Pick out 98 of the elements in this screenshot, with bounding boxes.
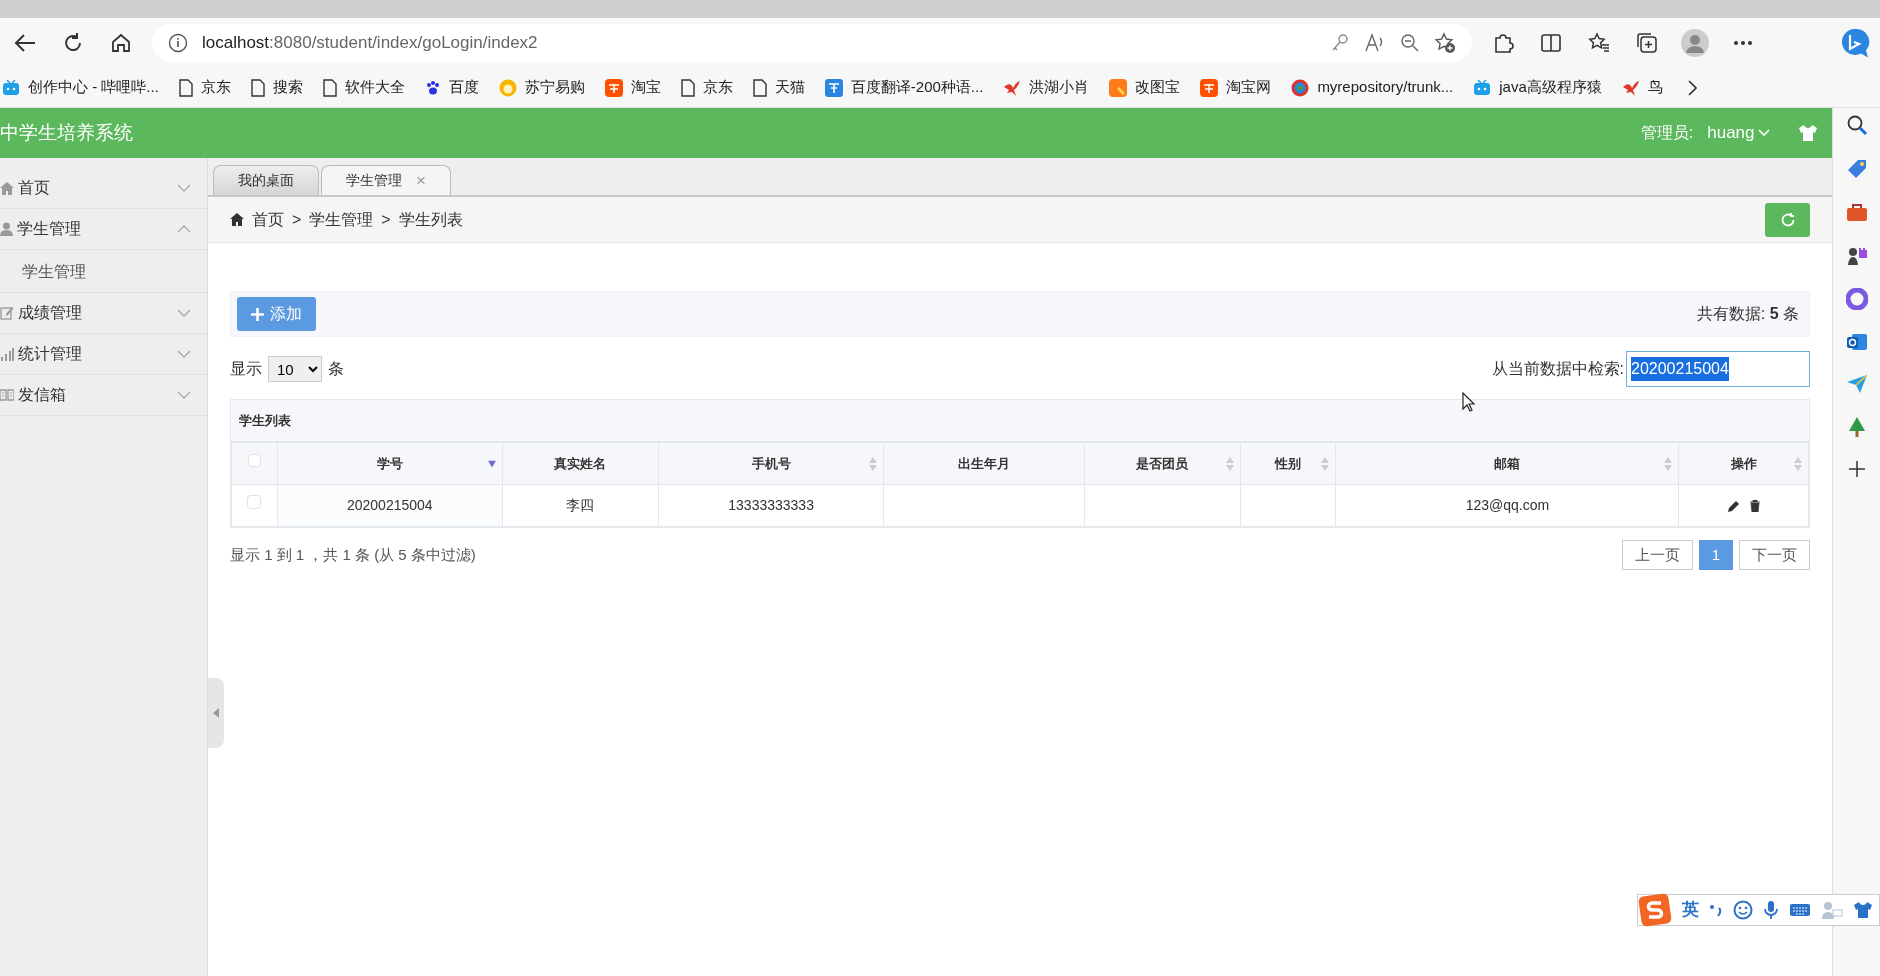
bookmark-link[interactable]: 京东 [178, 76, 231, 99]
table-cell: 李四 [502, 484, 659, 527]
table-cell: 123@qq.com [1335, 484, 1679, 527]
sidebar-menu-item[interactable]: 统计管理 [0, 334, 207, 375]
plus-icon[interactable] [1847, 460, 1866, 478]
pencil-icon[interactable] [1727, 500, 1740, 513]
breadcrumb-separator: > [381, 209, 391, 230]
zoom-out-icon[interactable] [1400, 33, 1420, 53]
admin-label: 管理员: [1640, 123, 1694, 143]
bookmark-link[interactable]: 天猫 [752, 76, 805, 99]
user-icon [0, 222, 13, 236]
add-favorite-icon[interactable] [1434, 32, 1456, 54]
address-bar[interactable]: localhost:8080/student/index/goLogin/index2 [152, 24, 1472, 62]
image-icon [1109, 78, 1128, 97]
page-icon [250, 78, 265, 97]
paw-icon [424, 79, 441, 96]
bookmark-link[interactable]: 百度 [424, 76, 479, 99]
tshirt-icon[interactable] [1853, 901, 1873, 919]
row-checkbox[interactable] [247, 495, 262, 509]
total-count-text: 共有数据: 5 条 [1696, 304, 1799, 324]
collapse-handle[interactable] [208, 678, 224, 748]
table-cell: 13333333333 [658, 484, 884, 527]
column-header[interactable]: 邮箱 [1335, 442, 1679, 485]
toolbox-icon[interactable] [1845, 202, 1868, 222]
bookmark-link[interactable]: 苏宁易购 [498, 76, 585, 99]
book-icon [0, 389, 14, 401]
tv-icon [1473, 79, 1492, 96]
mouse-cursor-icon [1462, 392, 1476, 412]
punctuation-icon[interactable] [1709, 902, 1723, 918]
home-icon [0, 181, 14, 195]
send-icon[interactable] [1845, 374, 1868, 394]
bookmark-link[interactable]: 淘宝 [604, 76, 661, 99]
chevron-right-icon[interactable] [1686, 79, 1697, 96]
bookmark-link[interactable]: 改图宝 [1109, 76, 1181, 99]
sidebar-menu-item[interactable]: 首页 [0, 168, 207, 209]
sidebar-menu-item[interactable]: 成绩管理 [0, 293, 207, 334]
input-method-logo-icon[interactable] [1638, 893, 1672, 927]
keyboard-icon[interactable] [1789, 902, 1811, 918]
column-header[interactable]: 真实姓名 [502, 442, 659, 485]
profile-icon[interactable] [1678, 26, 1712, 60]
unit-label: 条 [328, 359, 344, 379]
bird-icon [1621, 78, 1640, 97]
translate-icon [824, 78, 843, 97]
refresh-icon [1779, 211, 1796, 228]
page-tab[interactable]: 我的桌面 [213, 165, 319, 195]
pagination-button[interactable]: 上一页 [1621, 540, 1693, 570]
column-header[interactable]: 操作 [1678, 442, 1809, 485]
bird-icon [1003, 78, 1022, 97]
select-all-checkbox[interactable] [247, 453, 261, 467]
bookmark-link[interactable]: 搜索 [250, 76, 303, 99]
page-icon [322, 78, 337, 97]
trash-icon[interactable] [1749, 500, 1760, 513]
column-header[interactable]: 性别 [1240, 442, 1336, 485]
column-header[interactable]: 出生年月 [883, 442, 1085, 485]
edit-icon [0, 306, 14, 320]
bookmark-link[interactable]: 百度翻译-200种语... [824, 76, 984, 99]
column-header[interactable]: 手机号 [658, 442, 884, 485]
search-icon[interactable] [1845, 114, 1868, 136]
breadcrumb-link[interactable]: 学生管理 [309, 207, 374, 232]
pagination-button[interactable]: 下一页 [1739, 540, 1810, 570]
breadcrumb-link[interactable]: 首页 [252, 207, 284, 232]
bar-chart-icon [0, 347, 14, 361]
sidebar-menu-item[interactable]: 学生管理 [0, 209, 207, 250]
breadcrumb-separator: > [292, 209, 302, 230]
url-text: localhost:8080/student/index/goLogin/index2 [202, 32, 538, 55]
page-icon [178, 78, 193, 97]
chevron-down-icon [1758, 129, 1770, 137]
smiley-icon[interactable] [1733, 900, 1753, 920]
table-title: 学生列表 [231, 400, 1809, 442]
sidebar-menu-item[interactable]: 发信箱 [0, 375, 207, 416]
page-icon [752, 78, 767, 97]
microphone-icon[interactable] [1763, 900, 1779, 920]
page-icon [680, 78, 695, 97]
table-info-text: 显示 1 到 1 ，共 1 条 (从 5 条中过滤) [230, 544, 476, 565]
page-size-select[interactable]: 10 [268, 356, 322, 382]
bookmark-link[interactable]: 淘宝网 [1200, 76, 1272, 99]
sidebar-submenu-item[interactable]: 学生管理 [0, 250, 207, 293]
home-icon [230, 213, 244, 226]
info-icon [168, 33, 188, 53]
show-label: 显示 [230, 359, 262, 379]
search-field[interactable]: 20200215004 [1626, 351, 1810, 387]
bookmark-link[interactable]: 软件大全 [322, 76, 405, 99]
breadcrumb-link[interactable]: 学生列表 [398, 207, 463, 232]
bookmark-link[interactable]: java高级程序猿 [1473, 76, 1602, 99]
bookmark-link[interactable]: 创作中心 - 哔哩哔... [2, 76, 159, 99]
bookmark-link[interactable]: 京东 [680, 76, 733, 99]
column-header[interactable]: 是否团员 [1084, 442, 1240, 485]
column-header[interactable]: 学号 [277, 442, 503, 485]
table-cell: 20200215004 [277, 484, 503, 527]
ime-language-toggle[interactable]: 英 [1682, 897, 1699, 923]
bookmark-link[interactable]: 鸟 [1621, 76, 1663, 99]
bookmark-link[interactable]: 洪湖小肖 [1003, 76, 1090, 99]
page-tab[interactable]: 学生管理 × [321, 165, 451, 195]
search-label: 从当前数据中检索: [1491, 359, 1624, 379]
plus-icon [251, 307, 264, 321]
key-icon[interactable] [1330, 33, 1350, 53]
app-title: 中学生培养系统 [0, 120, 133, 145]
bookmark-link[interactable]: myrepository/trunk... [1291, 76, 1454, 99]
